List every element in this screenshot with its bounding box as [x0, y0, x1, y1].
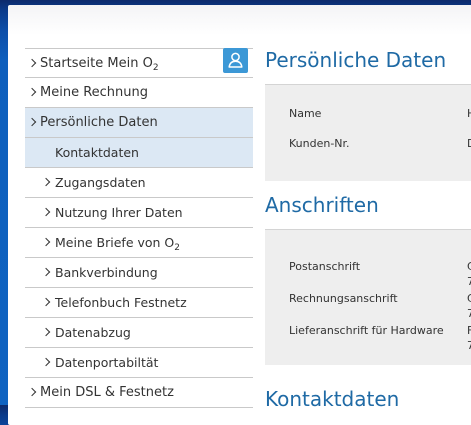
sidebar-item-kontaktdaten[interactable]: Kontaktdaten — [25, 138, 253, 168]
chevron-right-icon — [27, 387, 37, 397]
user-icon — [228, 52, 243, 68]
customer-number-label: Kunden-Nr. — [289, 137, 350, 150]
name-label: Name — [289, 107, 322, 120]
chevron-right-icon — [41, 327, 51, 337]
sidebar-item-bankverbindung[interactable]: Bankverbindung — [25, 258, 253, 288]
hardware-address-value: F — [467, 324, 471, 337]
hardware-address-value-line2: 7 — [467, 339, 471, 352]
chevron-right-icon — [41, 267, 51, 277]
sidebar-nav: Startseite Mein O2 Meine Rechnung Persön… — [25, 48, 253, 408]
sidebar-item-label: Nutzung Ihrer Daten — [55, 205, 183, 220]
chevron-right-icon — [41, 297, 51, 307]
sidebar-item-nutzung[interactable]: Nutzung Ihrer Daten — [25, 198, 253, 228]
postal-address-value: C — [467, 260, 471, 273]
sidebar-item-label: Zugangsdaten — [55, 175, 146, 190]
chevron-right-icon — [41, 177, 51, 187]
sidebar-item-telefonbuch[interactable]: Telefonbuch Festnetz — [25, 288, 253, 318]
sidebar-item-label: Datenabzug — [55, 325, 131, 340]
billing-address-value-line2: 7 — [467, 307, 471, 320]
sidebar-item-datenabzug[interactable]: Datenabzug — [25, 318, 253, 348]
chevron-right-icon — [27, 58, 37, 68]
sidebar-item-label: Bankverbindung — [55, 265, 158, 280]
sidebar-item-dsl-festnetz[interactable]: Mein DSL & Festnetz — [25, 378, 253, 408]
chevron-right-icon — [41, 207, 51, 217]
personal-data-panel: Name H Kunden-Nr. D — [265, 84, 471, 181]
billing-address-label: Rechnungsanschrift — [289, 292, 398, 305]
chevron-right-icon — [41, 357, 51, 367]
sidebar-item-label: Telefonbuch Festnetz — [55, 295, 187, 310]
hardware-address-label: Lieferanschrift für Hardware — [289, 324, 444, 337]
sidebar-item-label: Meine Rechnung — [40, 85, 148, 100]
chevron-right-icon — [27, 87, 37, 97]
sidebar-item-label: Datenportabiltät — [55, 355, 159, 370]
sidebar-item-startseite[interactable]: Startseite Mein O2 — [25, 48, 253, 78]
sidebar-item-zugangsdaten[interactable]: Zugangsdaten — [25, 168, 253, 198]
addresses-panel: Postanschrift C 7 Rechnungsanschrift C 7… — [265, 229, 471, 365]
sidebar-item-rechnung[interactable]: Meine Rechnung — [25, 78, 253, 108]
user-button[interactable] — [223, 48, 248, 73]
sidebar-item-persoenliche-daten[interactable]: Persönliche Daten — [25, 108, 253, 138]
section-title-persoenliche-daten: Persönliche Daten — [265, 48, 447, 72]
chevron-right-icon — [27, 117, 37, 127]
sidebar-item-label: Mein DSL & Festnetz — [40, 385, 174, 400]
sidebar-item-datenportabilitaet[interactable]: Datenportabiltät — [25, 348, 253, 378]
sidebar-item-label: Kontaktdaten — [55, 145, 139, 160]
billing-address-value: C — [467, 292, 471, 305]
sidebar-item-label: Persönliche Daten — [40, 115, 158, 130]
sidebar-item-briefe[interactable]: Meine Briefe von O2 — [25, 228, 253, 258]
chevron-right-icon — [41, 237, 51, 247]
customer-number-value: D — [467, 137, 471, 150]
name-value: H — [467, 107, 471, 120]
section-title-anschriften: Anschriften — [265, 193, 379, 217]
postal-address-label: Postanschrift — [289, 260, 361, 273]
section-title-kontaktdaten: Kontaktdaten — [265, 387, 400, 411]
postal-address-value-line2: 7 — [467, 275, 471, 288]
